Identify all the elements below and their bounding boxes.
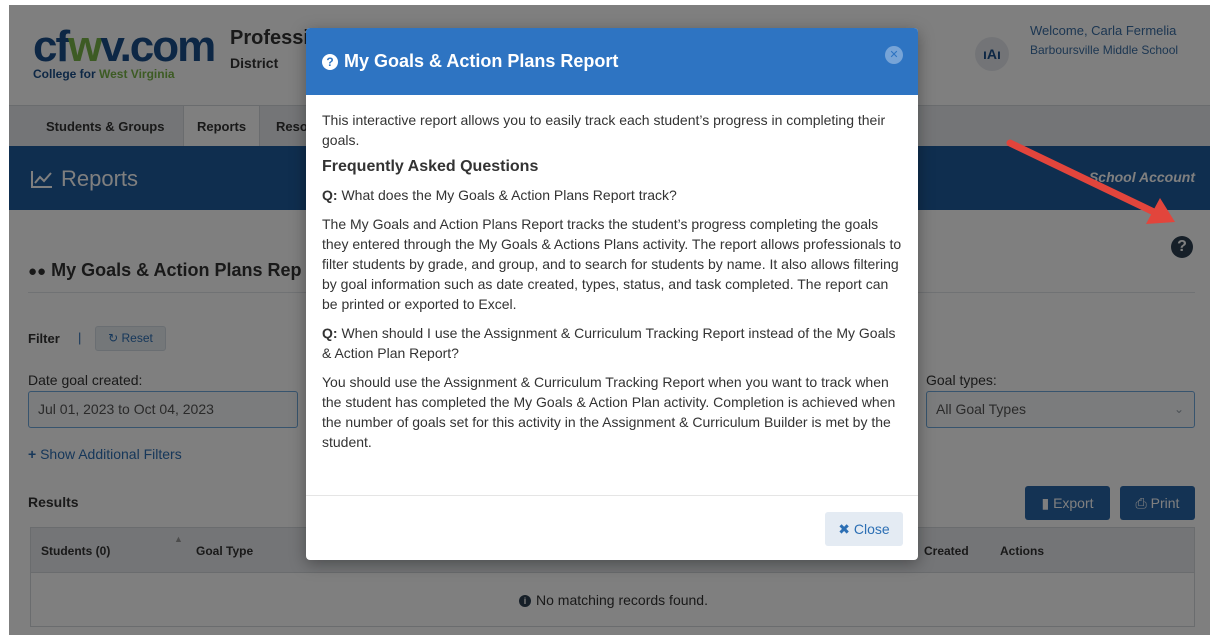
modal-body: This interactive report allows you to ea…	[322, 110, 907, 461]
question-2-text: When should I use the Assignment & Curri…	[322, 325, 896, 361]
q-prefix: Q:	[322, 187, 338, 203]
question-1-text: What does the My Goals & Action Plans Re…	[341, 187, 677, 203]
modal-footer-divider	[306, 495, 918, 496]
modal-header: ? My Goals & Action Plans Report ✕	[306, 28, 918, 95]
close-label: Close	[853, 521, 890, 537]
faq-heading: Frequently Asked Questions	[322, 158, 539, 175]
q-prefix: Q:	[322, 325, 338, 341]
close-button[interactable]: ✖ Close	[825, 512, 903, 546]
close-x-icon: ✖	[838, 521, 851, 537]
question-circle-icon: ?	[322, 54, 338, 70]
close-icon[interactable]: ✕	[885, 46, 903, 64]
faq-question-1: Q: What does the My Goals & Action Plans…	[322, 185, 907, 205]
modal-intro: This interactive report allows you to ea…	[322, 112, 886, 148]
faq-question-2: Q: When should I use the Assignment & Cu…	[322, 323, 907, 363]
modal-title: ? My Goals & Action Plans Report	[322, 51, 618, 72]
help-modal: ? My Goals & Action Plans Report ✕ This i…	[306, 28, 918, 560]
modal-title-text: My Goals & Action Plans Report	[344, 51, 619, 71]
faq-answer-2: You should use the Assignment & Curricul…	[322, 374, 896, 450]
faq-answer-1: The My Goals and Action Plans Report tra…	[322, 216, 902, 312]
